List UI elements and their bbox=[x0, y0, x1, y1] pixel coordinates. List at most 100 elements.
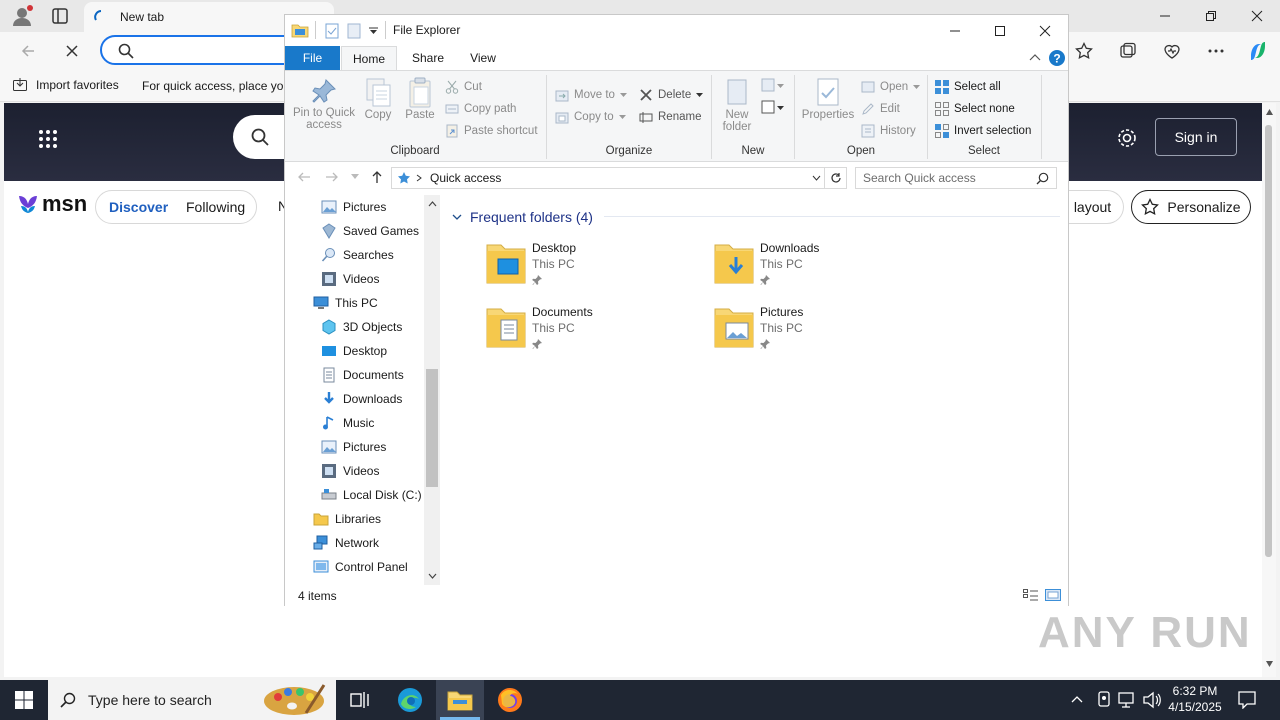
paste-button[interactable]: Paste bbox=[401, 77, 439, 127]
folder-tile[interactable]: Pictures This PC bbox=[714, 305, 914, 361]
navpane-scroll-down-icon[interactable] bbox=[428, 573, 437, 579]
nav-item[interactable]: Downloads bbox=[321, 387, 402, 411]
browser-essentials-icon[interactable] bbox=[1156, 35, 1188, 67]
nav-item[interactable]: Searches bbox=[321, 243, 394, 267]
qat-new-folder-icon[interactable] bbox=[347, 23, 361, 39]
select-none-button[interactable]: Select none bbox=[935, 99, 1015, 119]
apps-grid-icon[interactable] bbox=[38, 129, 58, 149]
tab-view[interactable]: View bbox=[459, 46, 507, 70]
collections-icon[interactable] bbox=[1112, 35, 1144, 67]
network-status-icon[interactable] bbox=[1118, 691, 1136, 709]
details-view-icon[interactable] bbox=[1023, 588, 1039, 602]
explorer-close-button[interactable] bbox=[1022, 15, 1068, 46]
nav-item[interactable]: Desktop bbox=[321, 339, 387, 363]
nav-item[interactable]: Documents bbox=[321, 363, 404, 387]
nav-item[interactable]: Saved Games bbox=[321, 219, 419, 243]
nav-item[interactable]: Libraries bbox=[313, 507, 381, 531]
taskbar-file-explorer-button[interactable] bbox=[436, 680, 484, 720]
nav-item[interactable]: Pictures bbox=[321, 435, 386, 459]
properties-button[interactable]: Properties bbox=[800, 77, 856, 141]
msn-sign-in-button[interactable]: Sign in bbox=[1155, 118, 1237, 156]
explorer-minimize-button[interactable] bbox=[932, 15, 978, 46]
browser-minimize-button[interactable] bbox=[1142, 0, 1188, 32]
invert-selection-button[interactable]: Invert selection bbox=[935, 121, 1031, 141]
pin-quick-access-button[interactable]: Pin to Quick access bbox=[289, 77, 359, 141]
folder-tile[interactable]: Desktop This PC bbox=[486, 241, 686, 297]
meet-now-icon[interactable] bbox=[1096, 691, 1112, 709]
nav-item[interactable]: Network bbox=[313, 531, 379, 555]
more-menu-icon[interactable] bbox=[1200, 35, 1232, 67]
nav-item[interactable]: This PC bbox=[313, 291, 378, 315]
scroll-down-arrow-icon[interactable] bbox=[1266, 661, 1273, 667]
browser-close-button[interactable] bbox=[1234, 0, 1280, 32]
large-icons-view-icon[interactable] bbox=[1045, 588, 1061, 602]
folder-tile[interactable]: Downloads This PC bbox=[714, 241, 914, 297]
msn-logo[interactable]: msn bbox=[16, 191, 87, 217]
help-icon[interactable]: ? bbox=[1048, 49, 1066, 67]
explorer-maximize-button[interactable] bbox=[977, 15, 1023, 46]
browser-scrollbar[interactable] bbox=[1262, 103, 1276, 677]
navpane-scrollbar[interactable] bbox=[424, 195, 440, 585]
taskbar-firefox-button[interactable] bbox=[486, 680, 534, 720]
copy-to-button[interactable]: Copy to bbox=[555, 107, 626, 127]
recent-locations-icon[interactable] bbox=[351, 174, 359, 179]
taskbar-edge-button[interactable] bbox=[386, 680, 434, 720]
paste-shortcut-button[interactable]: Paste shortcut bbox=[445, 121, 538, 141]
nav-item[interactable]: Control Panel bbox=[313, 555, 408, 579]
minimize-ribbon-icon[interactable] bbox=[1029, 53, 1041, 61]
cut-button[interactable]: Cut bbox=[445, 77, 482, 97]
tab-home[interactable]: Home bbox=[341, 46, 397, 71]
msn-nav-discover[interactable]: Discover bbox=[109, 199, 168, 215]
new-folder-button[interactable]: New folder bbox=[717, 77, 757, 141]
back-button[interactable] bbox=[12, 35, 44, 67]
show-hidden-icons-icon[interactable] bbox=[1070, 692, 1084, 706]
select-all-button[interactable]: Select all bbox=[935, 77, 1001, 97]
qat-customize-icon[interactable] bbox=[369, 27, 378, 35]
start-button[interactable] bbox=[0, 680, 48, 720]
nav-forward-icon[interactable] bbox=[325, 171, 339, 183]
history-button[interactable]: History bbox=[861, 121, 916, 141]
address-path-box[interactable]: Quick access bbox=[391, 167, 825, 189]
favorites-star-icon[interactable] bbox=[1068, 35, 1100, 67]
nav-item[interactable]: Local Disk (C:) bbox=[321, 483, 422, 507]
refresh-button[interactable] bbox=[825, 167, 847, 189]
navpane-scroll-up-icon[interactable] bbox=[428, 201, 437, 207]
scroll-up-arrow-icon[interactable] bbox=[1266, 109, 1273, 115]
new-item-icon[interactable] bbox=[761, 77, 785, 95]
move-to-button[interactable]: Move to bbox=[555, 85, 627, 105]
nav-up-icon[interactable] bbox=[371, 170, 383, 184]
tab-share[interactable]: Share bbox=[403, 46, 453, 70]
copy-path-button[interactable]: Copy path bbox=[445, 99, 516, 119]
address-history-dropdown-icon[interactable] bbox=[812, 175, 821, 181]
navpane-scroll-thumb[interactable] bbox=[426, 369, 438, 487]
tab-file[interactable]: File bbox=[285, 46, 340, 70]
address-input[interactable] bbox=[100, 35, 300, 65]
nav-back-icon[interactable] bbox=[297, 171, 311, 183]
open-button[interactable]: Open bbox=[861, 77, 921, 97]
stop-button[interactable] bbox=[56, 35, 88, 67]
taskbar-clock[interactable]: 6:32 PM 4/15/2025 bbox=[1164, 683, 1226, 715]
breadcrumb-chevron-icon[interactable] bbox=[416, 174, 422, 182]
msn-layout-button[interactable]: layout bbox=[1062, 190, 1124, 224]
nav-item[interactable]: Music bbox=[321, 411, 374, 435]
easy-access-icon[interactable] bbox=[761, 99, 785, 117]
explorer-app-icon[interactable] bbox=[291, 22, 309, 38]
rename-button[interactable]: Rename bbox=[639, 107, 701, 127]
msn-nav-following[interactable]: Following bbox=[186, 199, 245, 215]
tab-actions-icon[interactable] bbox=[50, 6, 70, 26]
nav-item[interactable]: Videos bbox=[321, 267, 379, 291]
copy-button[interactable]: Copy bbox=[361, 77, 395, 127]
copilot-icon[interactable] bbox=[1242, 35, 1274, 67]
task-view-button[interactable] bbox=[336, 680, 384, 720]
msn-personalize-button[interactable]: Personalize bbox=[1131, 190, 1251, 224]
taskbar-search-box[interactable]: Type here to search bbox=[48, 680, 336, 720]
edit-button[interactable]: Edit bbox=[861, 99, 900, 119]
browser-scroll-thumb[interactable] bbox=[1265, 125, 1272, 557]
delete-button[interactable]: Delete bbox=[639, 85, 704, 105]
import-favorites-link[interactable]: Import favorites bbox=[12, 77, 119, 93]
volume-icon[interactable] bbox=[1142, 691, 1162, 709]
frequent-folders-header[interactable]: Frequent folders (4) bbox=[452, 209, 593, 225]
folder-tile[interactable]: Documents This PC bbox=[486, 305, 686, 361]
explorer-search-input[interactable]: Search Quick access bbox=[855, 167, 1057, 189]
profile-icon[interactable] bbox=[10, 4, 34, 28]
